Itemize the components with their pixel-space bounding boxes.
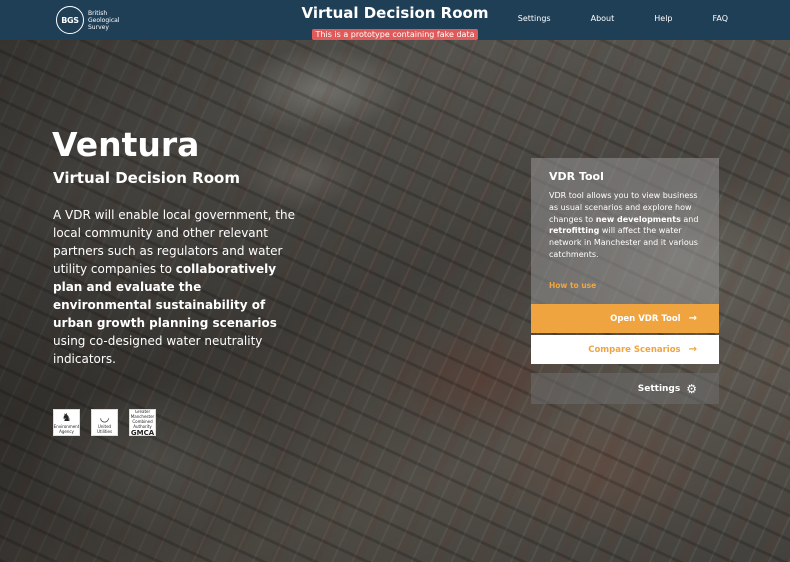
gmca-name: Greater Manchester Combined Authority	[130, 409, 155, 429]
arrow-right-icon: →	[688, 344, 697, 355]
hero-desc-text-2: using co-designed water neutrality indic…	[53, 334, 263, 366]
hero-description: A VDR will enable local government, the …	[53, 206, 303, 368]
compare-scenarios-label: Compare Scenarios	[588, 344, 681, 355]
gmca-logo: Greater Manchester Combined Authority GM…	[129, 409, 156, 436]
gmca-wordmark: GMCA	[130, 428, 155, 436]
vdr-tool-title: VDR Tool	[549, 170, 604, 183]
vdr-tool-description: VDR tool allows you to view business as …	[549, 190, 701, 261]
nav-faq[interactable]: FAQ	[713, 13, 729, 25]
compare-scenarios-button[interactable]: Compare Scenarios →	[531, 335, 719, 364]
gear-icon: ⚙	[686, 381, 697, 396]
hero-title: Ventura	[52, 125, 200, 164]
settings-label: Settings	[637, 383, 681, 394]
united-utilities-logo: ◡ United Utilities	[91, 409, 118, 436]
environment-agency-logo: ♞ Environment Agency	[53, 409, 80, 436]
environment-agency-name: Environment Agency	[53, 423, 80, 434]
nav-settings[interactable]: Settings	[518, 13, 551, 25]
panel-desc-bold-2: retrofitting	[549, 226, 600, 236]
how-to-use-link[interactable]: How to use	[549, 281, 596, 291]
panel-desc-text-2: and	[680, 214, 699, 224]
arrow-right-icon: →	[688, 313, 697, 324]
united-utilities-name: United Utilities	[96, 423, 113, 434]
panel-desc-bold-1: new developments	[595, 214, 681, 224]
vdr-tool-panel: VDR Tool VDR tool allows you to view bus…	[531, 158, 719, 304]
open-vdr-tool-label: Open VDR Tool	[610, 313, 681, 324]
partner-logos: ♞ Environment Agency ◡ United Utilities …	[53, 409, 156, 436]
top-nav: Settings About Help FAQ	[478, 13, 728, 25]
nav-help[interactable]: Help	[654, 13, 672, 25]
prototype-badge: This is a prototype containing fake data	[311, 29, 479, 40]
settings-button[interactable]: Settings ⚙	[531, 373, 719, 404]
united-utilities-icon: ◡	[99, 410, 110, 424]
nav-about[interactable]: About	[591, 13, 615, 25]
open-vdr-tool-button[interactable]: Open VDR Tool →	[531, 304, 719, 333]
hero-subtitle: Virtual Decision Room	[53, 169, 240, 187]
environment-agency-icon: ♞	[61, 410, 72, 424]
top-header: BGS British Geological Survey Virtual De…	[0, 0, 790, 40]
